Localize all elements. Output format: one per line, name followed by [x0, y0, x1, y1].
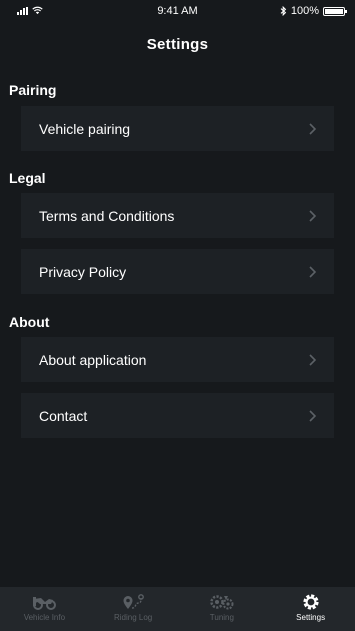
- tab-settings[interactable]: Settings: [266, 587, 355, 631]
- row-about-application[interactable]: About application: [21, 337, 334, 382]
- tab-label: Vehicle Info: [23, 613, 66, 622]
- battery-icon: [323, 6, 347, 16]
- section-header-legal: Legal: [9, 170, 46, 186]
- status-bar: 9:41 AM 100%: [0, 0, 355, 20]
- row-label: Contact: [39, 407, 88, 424]
- tab-vehicle-info[interactable]: Vehicle Info: [0, 587, 89, 631]
- tab-label: Riding Log: [114, 613, 153, 622]
- tab-bar: Vehicle Info Riding Log Tuning Settings: [0, 587, 355, 631]
- chevron-right-icon: [309, 265, 317, 278]
- chevron-right-icon: [309, 209, 317, 222]
- row-terms-and-conditions[interactable]: Terms and Conditions: [21, 193, 334, 238]
- battery-fill: [325, 8, 343, 14]
- row-label: About application: [39, 351, 147, 368]
- status-right: 100%: [280, 5, 347, 17]
- chevron-right-icon: [309, 122, 317, 135]
- bluetooth-icon: [280, 6, 287, 16]
- section-header-pairing: Pairing: [9, 82, 57, 98]
- tab-label: Settings: [296, 613, 326, 622]
- chevron-right-icon: [309, 353, 317, 366]
- row-contact[interactable]: Contact: [21, 393, 334, 438]
- row-label: Privacy Policy: [39, 263, 127, 280]
- chevron-right-icon: [309, 409, 317, 422]
- tab-label: Tuning: [209, 613, 234, 622]
- tab-tuning[interactable]: Tuning: [178, 587, 267, 631]
- row-label: Terms and Conditions: [39, 207, 175, 224]
- section-header-about: About: [9, 314, 50, 330]
- gears-icon: [210, 595, 234, 610]
- row-vehicle-pairing[interactable]: Vehicle pairing: [21, 106, 334, 151]
- row-label: Vehicle pairing: [39, 120, 131, 137]
- page-title: Settings: [146, 36, 209, 53]
- route-icon: [123, 594, 145, 609]
- motorcycle-icon: [33, 597, 57, 610]
- battery-percent: 100%: [290, 5, 319, 17]
- row-privacy-policy[interactable]: Privacy Policy: [21, 249, 334, 294]
- tab-riding-log[interactable]: Riding Log: [89, 587, 178, 631]
- gear-icon: [303, 594, 319, 610]
